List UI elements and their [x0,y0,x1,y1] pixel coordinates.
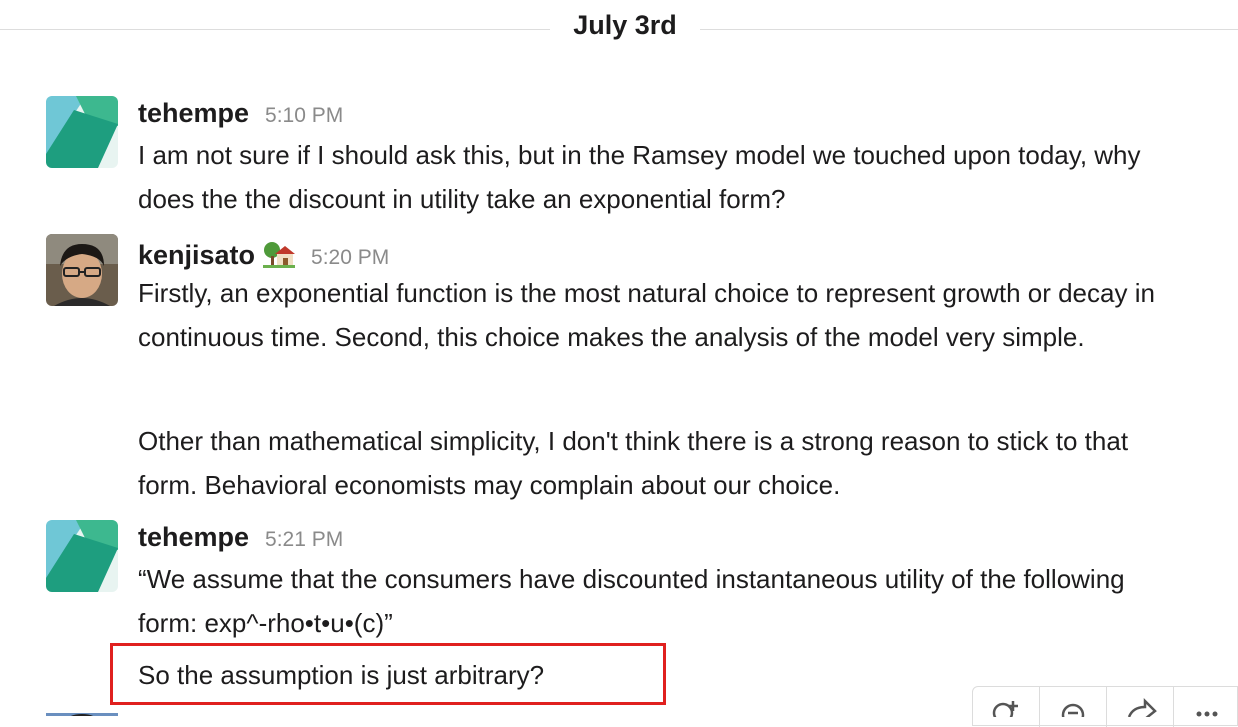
next-message-avatar[interactable] [46,708,118,716]
more-actions-button[interactable] [1174,687,1238,727]
message-header: tehempe 5:10 PM [138,98,343,129]
sender-name[interactable]: tehempe [138,98,249,129]
share-message-icon [1127,697,1157,720]
message-text: I am not sure if I should ask this, but … [138,140,1141,214]
reply-thread-button[interactable] [1040,687,1107,727]
more-actions-icon [1196,711,1218,717]
message-timestamp[interactable]: 5:10 PM [265,104,343,128]
message-text: Other than mathematical simplicity, I do… [138,426,1129,500]
green-geometric-avatar-icon [46,96,118,168]
message-1: tehempe 5:10 PM I am not sure if I shoul… [0,96,1238,226]
divider-line-right [700,29,1238,30]
message-text: “We assume that the consumers have disco… [138,564,1125,638]
message-header: tehempe 5:21 PM [138,522,343,553]
add-reaction-button[interactable] [973,687,1040,727]
message-hover-actions [972,686,1238,727]
add-reaction-icon [992,701,1018,724]
share-message-button[interactable] [1107,687,1174,727]
highlight-annotation-box [110,643,666,705]
message-text: Firstly, an exponential function is the … [138,278,1155,352]
day-divider-label[interactable]: July 3rd [550,10,700,41]
day-divider: July 3rd [0,0,1238,56]
reply-thread-icon [1061,703,1085,727]
message-timestamp[interactable]: 5:21 PM [265,528,343,552]
message-2: kenjisato 5:20 PM Firstly, an exponentia… [0,234,1238,509]
divider-line-left [0,29,550,30]
profile-photo-avatar [46,234,118,306]
user-avatar-kenjisato[interactable] [46,234,118,306]
sender-name[interactable]: kenjisato [138,240,255,271]
message-timestamp[interactable]: 5:20 PM [311,246,389,270]
sender-name[interactable]: tehempe [138,522,249,553]
house-with-garden-emoji-icon[interactable] [263,240,296,268]
user-avatar-tehempe[interactable] [46,96,118,168]
green-geometric-avatar-icon [46,520,118,592]
user-avatar-tehempe[interactable] [46,520,118,592]
message-header: kenjisato 5:20 PM [138,236,389,271]
